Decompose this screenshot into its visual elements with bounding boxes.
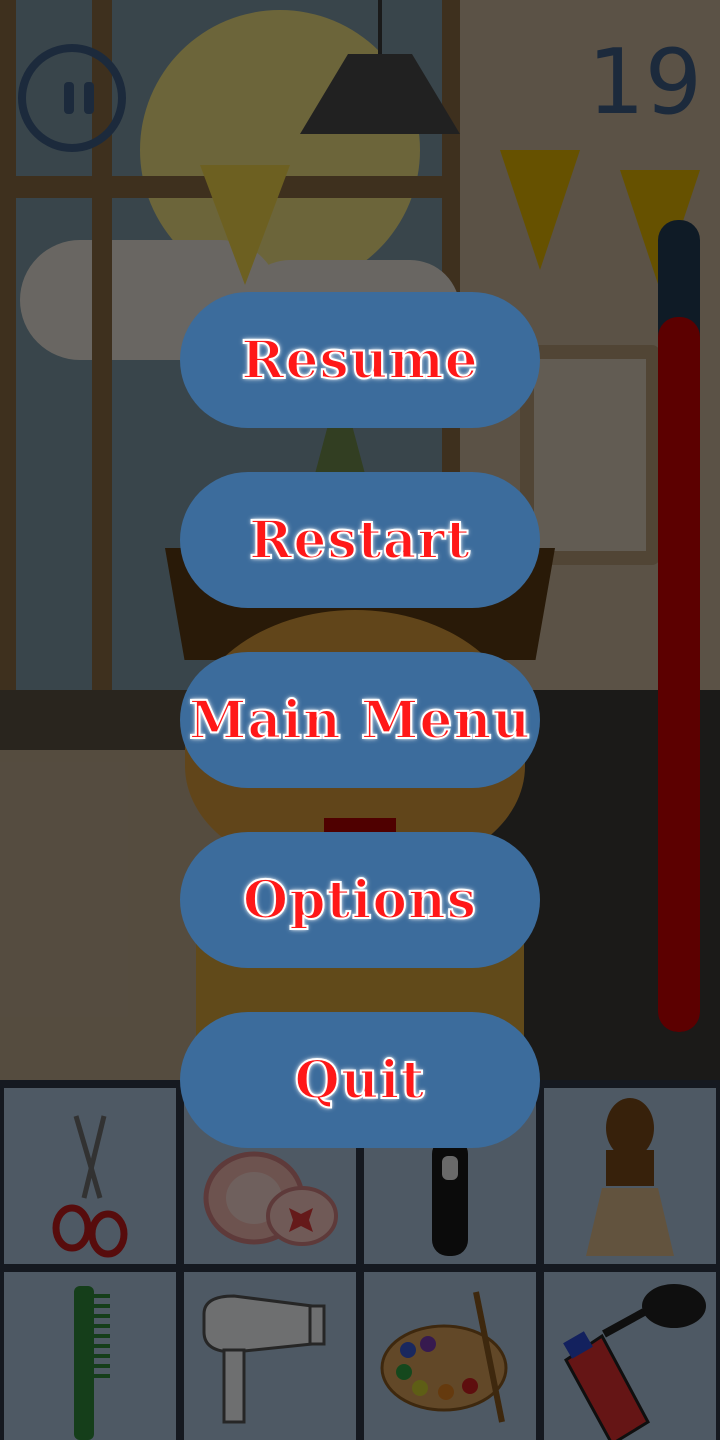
progress-meter — [658, 220, 700, 1032]
restart-label: Restart — [248, 509, 471, 572]
main-menu-label: Main Menu — [188, 689, 532, 752]
restart-button[interactable]: Restart — [180, 472, 540, 608]
resume-button[interactable]: Resume — [180, 292, 540, 428]
resume-label: Resume — [240, 329, 479, 392]
main-menu-button[interactable]: Main Menu — [180, 652, 540, 788]
options-button[interactable]: Options — [180, 832, 540, 968]
quit-label: Quit — [294, 1049, 426, 1112]
score-counter: 19 — [587, 30, 702, 135]
quit-button[interactable]: Quit — [180, 1012, 540, 1148]
options-label: Options — [242, 869, 478, 932]
progress-meter-fill — [658, 317, 700, 1032]
pause-button[interactable] — [18, 44, 126, 152]
